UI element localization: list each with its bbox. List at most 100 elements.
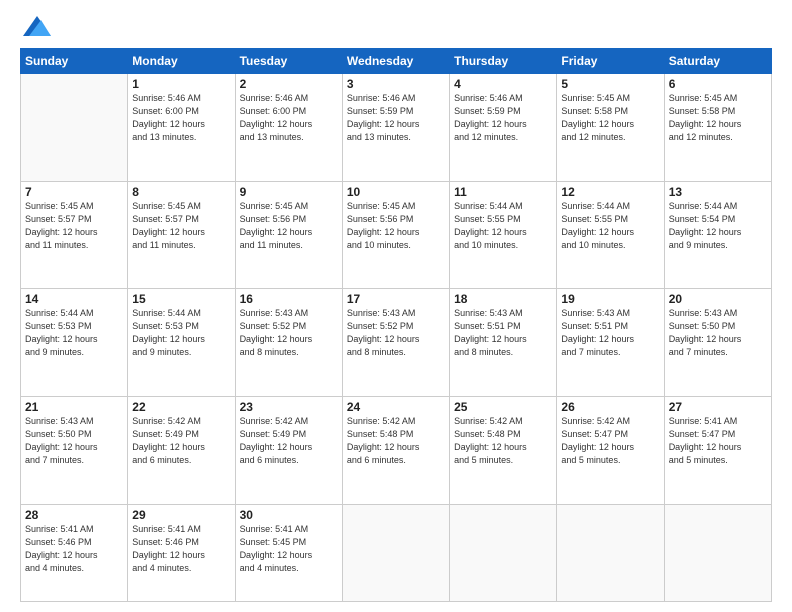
day-info: Sunrise: 5:42 AM Sunset: 5:49 PM Dayligh… xyxy=(240,415,338,467)
day-info: Sunrise: 5:43 AM Sunset: 5:50 PM Dayligh… xyxy=(669,307,767,359)
day-number: 19 xyxy=(561,292,659,306)
calendar-page: SundayMondayTuesdayWednesdayThursdayFrid… xyxy=(0,0,792,612)
day-info: Sunrise: 5:44 AM Sunset: 5:55 PM Dayligh… xyxy=(454,200,552,252)
calendar-cell: 9Sunrise: 5:45 AM Sunset: 5:56 PM Daylig… xyxy=(235,181,342,289)
day-number: 6 xyxy=(669,77,767,91)
day-info: Sunrise: 5:45 AM Sunset: 5:56 PM Dayligh… xyxy=(347,200,445,252)
day-info: Sunrise: 5:41 AM Sunset: 5:45 PM Dayligh… xyxy=(240,523,338,575)
calendar-cell: 18Sunrise: 5:43 AM Sunset: 5:51 PM Dayli… xyxy=(450,289,557,397)
calendar-header-row: SundayMondayTuesdayWednesdayThursdayFrid… xyxy=(21,49,772,74)
day-info: Sunrise: 5:41 AM Sunset: 5:46 PM Dayligh… xyxy=(132,523,230,575)
day-number: 26 xyxy=(561,400,659,414)
calendar-header-thursday: Thursday xyxy=(450,49,557,74)
calendar-cell xyxy=(664,504,771,601)
day-info: Sunrise: 5:43 AM Sunset: 5:51 PM Dayligh… xyxy=(454,307,552,359)
calendar-week-row: 1Sunrise: 5:46 AM Sunset: 6:00 PM Daylig… xyxy=(21,74,772,182)
calendar-cell xyxy=(21,74,128,182)
logo xyxy=(20,18,51,38)
day-number: 3 xyxy=(347,77,445,91)
day-number: 25 xyxy=(454,400,552,414)
day-info: Sunrise: 5:41 AM Sunset: 5:46 PM Dayligh… xyxy=(25,523,123,575)
calendar-week-row: 14Sunrise: 5:44 AM Sunset: 5:53 PM Dayli… xyxy=(21,289,772,397)
day-info: Sunrise: 5:45 AM Sunset: 5:58 PM Dayligh… xyxy=(669,92,767,144)
day-number: 27 xyxy=(669,400,767,414)
day-number: 10 xyxy=(347,185,445,199)
day-number: 23 xyxy=(240,400,338,414)
calendar-table: SundayMondayTuesdayWednesdayThursdayFrid… xyxy=(20,48,772,602)
calendar-cell: 1Sunrise: 5:46 AM Sunset: 6:00 PM Daylig… xyxy=(128,74,235,182)
calendar-cell xyxy=(557,504,664,601)
day-info: Sunrise: 5:44 AM Sunset: 5:55 PM Dayligh… xyxy=(561,200,659,252)
calendar-cell: 3Sunrise: 5:46 AM Sunset: 5:59 PM Daylig… xyxy=(342,74,449,182)
calendar-cell: 27Sunrise: 5:41 AM Sunset: 5:47 PM Dayli… xyxy=(664,396,771,504)
day-info: Sunrise: 5:42 AM Sunset: 5:47 PM Dayligh… xyxy=(561,415,659,467)
day-number: 22 xyxy=(132,400,230,414)
day-info: Sunrise: 5:46 AM Sunset: 6:00 PM Dayligh… xyxy=(132,92,230,144)
day-info: Sunrise: 5:41 AM Sunset: 5:47 PM Dayligh… xyxy=(669,415,767,467)
calendar-cell: 2Sunrise: 5:46 AM Sunset: 6:00 PM Daylig… xyxy=(235,74,342,182)
day-number: 21 xyxy=(25,400,123,414)
day-info: Sunrise: 5:45 AM Sunset: 5:56 PM Dayligh… xyxy=(240,200,338,252)
calendar-cell: 16Sunrise: 5:43 AM Sunset: 5:52 PM Dayli… xyxy=(235,289,342,397)
calendar-cell: 7Sunrise: 5:45 AM Sunset: 5:57 PM Daylig… xyxy=(21,181,128,289)
day-info: Sunrise: 5:46 AM Sunset: 6:00 PM Dayligh… xyxy=(240,92,338,144)
calendar-header-tuesday: Tuesday xyxy=(235,49,342,74)
day-info: Sunrise: 5:44 AM Sunset: 5:53 PM Dayligh… xyxy=(132,307,230,359)
calendar-cell: 14Sunrise: 5:44 AM Sunset: 5:53 PM Dayli… xyxy=(21,289,128,397)
day-info: Sunrise: 5:43 AM Sunset: 5:50 PM Dayligh… xyxy=(25,415,123,467)
day-info: Sunrise: 5:43 AM Sunset: 5:51 PM Dayligh… xyxy=(561,307,659,359)
calendar-cell: 25Sunrise: 5:42 AM Sunset: 5:48 PM Dayli… xyxy=(450,396,557,504)
day-info: Sunrise: 5:45 AM Sunset: 5:57 PM Dayligh… xyxy=(25,200,123,252)
day-number: 18 xyxy=(454,292,552,306)
day-info: Sunrise: 5:42 AM Sunset: 5:48 PM Dayligh… xyxy=(347,415,445,467)
day-info: Sunrise: 5:45 AM Sunset: 5:57 PM Dayligh… xyxy=(132,200,230,252)
day-number: 13 xyxy=(669,185,767,199)
day-info: Sunrise: 5:46 AM Sunset: 5:59 PM Dayligh… xyxy=(454,92,552,144)
calendar-cell: 21Sunrise: 5:43 AM Sunset: 5:50 PM Dayli… xyxy=(21,396,128,504)
day-info: Sunrise: 5:43 AM Sunset: 5:52 PM Dayligh… xyxy=(240,307,338,359)
calendar-cell: 30Sunrise: 5:41 AM Sunset: 5:45 PM Dayli… xyxy=(235,504,342,601)
calendar-cell: 26Sunrise: 5:42 AM Sunset: 5:47 PM Dayli… xyxy=(557,396,664,504)
calendar-header-sunday: Sunday xyxy=(21,49,128,74)
day-info: Sunrise: 5:46 AM Sunset: 5:59 PM Dayligh… xyxy=(347,92,445,144)
calendar-cell: 8Sunrise: 5:45 AM Sunset: 5:57 PM Daylig… xyxy=(128,181,235,289)
day-number: 11 xyxy=(454,185,552,199)
day-number: 16 xyxy=(240,292,338,306)
day-info: Sunrise: 5:43 AM Sunset: 5:52 PM Dayligh… xyxy=(347,307,445,359)
calendar-cell: 24Sunrise: 5:42 AM Sunset: 5:48 PM Dayli… xyxy=(342,396,449,504)
calendar-week-row: 28Sunrise: 5:41 AM Sunset: 5:46 PM Dayli… xyxy=(21,504,772,601)
calendar-cell: 22Sunrise: 5:42 AM Sunset: 5:49 PM Dayli… xyxy=(128,396,235,504)
calendar-header-friday: Friday xyxy=(557,49,664,74)
day-number: 28 xyxy=(25,508,123,522)
day-number: 15 xyxy=(132,292,230,306)
day-number: 24 xyxy=(347,400,445,414)
day-number: 9 xyxy=(240,185,338,199)
day-info: Sunrise: 5:44 AM Sunset: 5:54 PM Dayligh… xyxy=(669,200,767,252)
day-info: Sunrise: 5:42 AM Sunset: 5:48 PM Dayligh… xyxy=(454,415,552,467)
day-number: 8 xyxy=(132,185,230,199)
calendar-cell: 12Sunrise: 5:44 AM Sunset: 5:55 PM Dayli… xyxy=(557,181,664,289)
calendar-header-wednesday: Wednesday xyxy=(342,49,449,74)
day-number: 1 xyxy=(132,77,230,91)
calendar-cell: 28Sunrise: 5:41 AM Sunset: 5:46 PM Dayli… xyxy=(21,504,128,601)
calendar-cell: 5Sunrise: 5:45 AM Sunset: 5:58 PM Daylig… xyxy=(557,74,664,182)
header xyxy=(20,18,772,38)
calendar-cell: 23Sunrise: 5:42 AM Sunset: 5:49 PM Dayli… xyxy=(235,396,342,504)
day-number: 30 xyxy=(240,508,338,522)
calendar-cell: 4Sunrise: 5:46 AM Sunset: 5:59 PM Daylig… xyxy=(450,74,557,182)
calendar-week-row: 21Sunrise: 5:43 AM Sunset: 5:50 PM Dayli… xyxy=(21,396,772,504)
calendar-cell: 19Sunrise: 5:43 AM Sunset: 5:51 PM Dayli… xyxy=(557,289,664,397)
calendar-cell: 6Sunrise: 5:45 AM Sunset: 5:58 PM Daylig… xyxy=(664,74,771,182)
day-number: 5 xyxy=(561,77,659,91)
day-number: 17 xyxy=(347,292,445,306)
day-number: 12 xyxy=(561,185,659,199)
calendar-cell: 13Sunrise: 5:44 AM Sunset: 5:54 PM Dayli… xyxy=(664,181,771,289)
calendar-header-monday: Monday xyxy=(128,49,235,74)
calendar-cell xyxy=(450,504,557,601)
day-info: Sunrise: 5:44 AM Sunset: 5:53 PM Dayligh… xyxy=(25,307,123,359)
calendar-cell: 17Sunrise: 5:43 AM Sunset: 5:52 PM Dayli… xyxy=(342,289,449,397)
day-number: 20 xyxy=(669,292,767,306)
calendar-cell: 20Sunrise: 5:43 AM Sunset: 5:50 PM Dayli… xyxy=(664,289,771,397)
day-info: Sunrise: 5:45 AM Sunset: 5:58 PM Dayligh… xyxy=(561,92,659,144)
calendar-cell: 11Sunrise: 5:44 AM Sunset: 5:55 PM Dayli… xyxy=(450,181,557,289)
